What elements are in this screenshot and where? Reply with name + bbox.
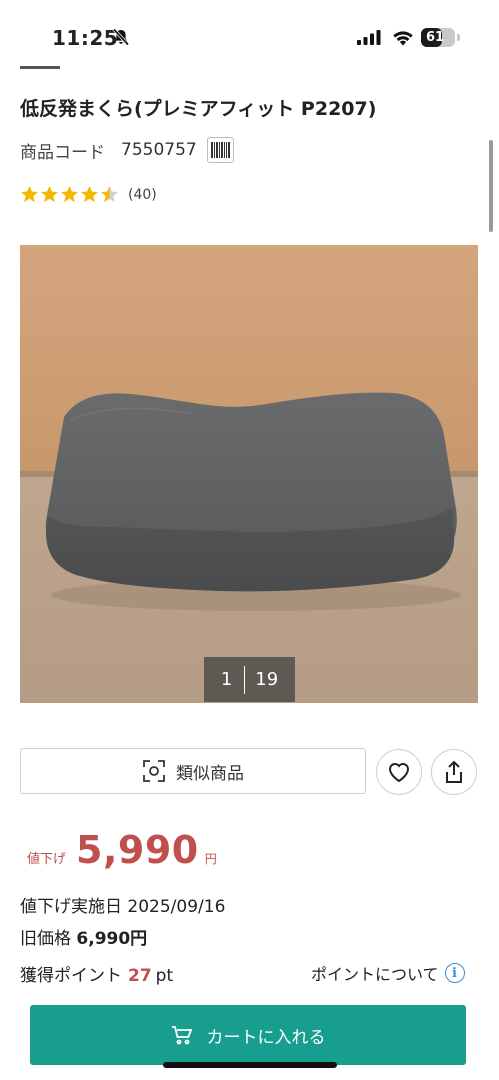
star-full-icon: [80, 185, 99, 203]
info-icon: i: [444, 963, 465, 983]
product-code-label: 商品コード: [20, 142, 105, 163]
points-unit: pt: [155, 966, 174, 986]
cellular-signal-icon: [357, 30, 381, 45]
add-to-cart-label: カートに入れる: [206, 1027, 326, 1048]
battery-level: 61: [421, 28, 444, 47]
share-icon: [446, 760, 462, 783]
image-counter: 1 19: [204, 657, 295, 702]
image-search-icon: [143, 760, 165, 782]
points-label: 獲得ポイント: [20, 966, 122, 986]
scrollbar[interactable]: [489, 140, 493, 232]
old-price-label: 旧価格: [20, 929, 71, 949]
star-half-icon: [100, 185, 119, 203]
home-indicator[interactable]: [163, 1062, 337, 1068]
points-value: 27: [128, 966, 152, 986]
status-time: 11:25: [52, 26, 119, 50]
points-about-link[interactable]: ポイントについて i: [311, 961, 465, 985]
price-unit: 円: [204, 852, 217, 866]
price-value: 5,990: [76, 828, 199, 872]
bell-slash-icon: [112, 28, 130, 46]
cart-icon: [171, 1026, 192, 1045]
heart-icon: [388, 763, 410, 783]
points-about-label: ポイントについて: [311, 965, 439, 984]
image-counter-current: 1: [220, 669, 233, 690]
barcode-button[interactable]: [206, 137, 234, 163]
review-count[interactable]: (40): [128, 187, 157, 203]
similar-items-button[interactable]: 類似商品: [20, 748, 366, 794]
old-price: 旧価格 6,990円: [20, 924, 147, 949]
price-reduced-tag: 値下げ: [27, 852, 67, 867]
old-price-value: 6,990円: [76, 929, 148, 949]
product-image[interactable]: 1 19: [20, 245, 478, 703]
pillow-photo: [20, 245, 478, 703]
favorite-button[interactable]: [376, 749, 422, 795]
cutoff-brand-text: [20, 62, 80, 70]
product-code-value: 7550757: [121, 140, 197, 160]
star-full-icon: [20, 185, 39, 203]
add-to-cart-button[interactable]: カートに入れる: [30, 1005, 466, 1065]
share-button[interactable]: [431, 749, 477, 795]
rating-stars: [20, 185, 120, 204]
price-row: 値下げ 5,990 円: [27, 828, 217, 872]
wifi-icon: [393, 31, 413, 46]
rating-row[interactable]: (40): [20, 185, 157, 204]
similar-items-label: 類似商品: [176, 763, 244, 784]
product-code-row: 商品コード 7550757: [20, 137, 234, 163]
product-title: 低反発まくら(プレミアフィット P2207): [20, 98, 377, 120]
star-full-icon: [60, 185, 79, 203]
barcode-icon: [210, 142, 230, 158]
earned-points: 獲得ポイント 27 pt: [20, 961, 173, 986]
star-full-icon: [40, 185, 59, 203]
battery-icon: 61: [421, 28, 460, 47]
markdown-date: 値下げ実施日 2025/09/16: [20, 897, 226, 917]
image-counter-total: 19: [255, 669, 279, 690]
